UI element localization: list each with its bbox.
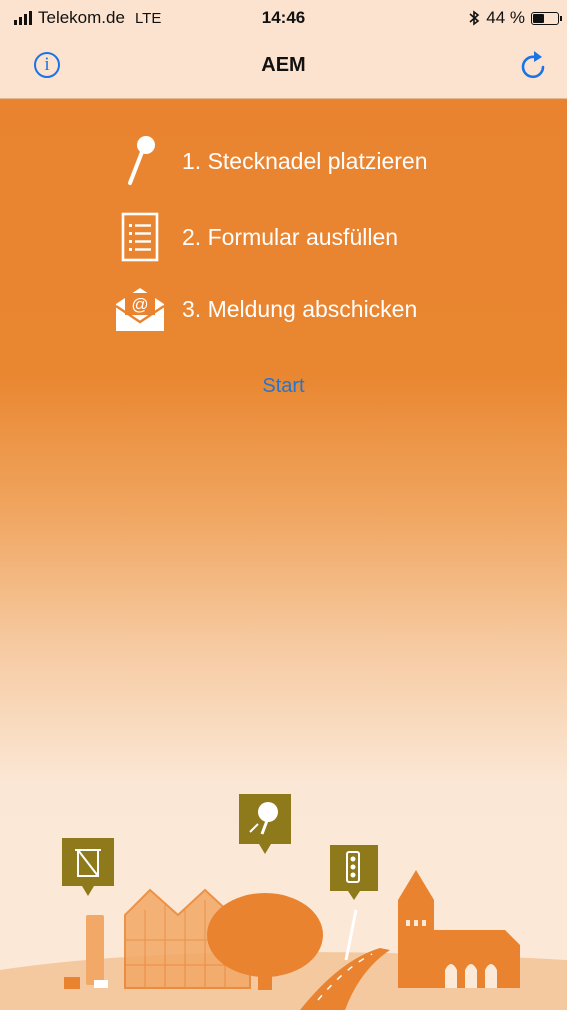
step-1: 1. Stecknadel platzieren: [110, 131, 428, 191]
step-3: @ 3. Meldung abschicken: [110, 279, 417, 339]
page-title: AEM: [261, 54, 306, 76]
tree-icon: [239, 794, 291, 854]
church: [398, 870, 520, 988]
battery-icon: [531, 11, 562, 25]
battery-fill: [533, 13, 545, 23]
pin-icon: [110, 131, 170, 191]
step-2: 2. Formular ausfüllen: [110, 207, 398, 267]
start-button[interactable]: Start: [0, 375, 567, 398]
refresh-icon[interactable]: [517, 48, 551, 82]
step-2-label: 2. Formular ausfüllen: [182, 223, 399, 250]
bluetooth-icon: [469, 10, 480, 26]
nav-bar: i AEM: [0, 36, 567, 99]
status-right: 44 %: [468, 8, 562, 28]
step-3-label: 3. Meldung abschicken: [182, 295, 418, 322]
main-content: 1. Stecknadel platzieren 2. Formular aus…: [0, 99, 567, 1010]
status-bar: Telekom.de LTE 14:46 44 %: [0, 0, 567, 36]
trash-bin: [64, 915, 108, 989]
form-icon: [110, 207, 170, 267]
mail-icon: @: [110, 279, 170, 339]
step-1-label: 1. Stecknadel platzieren: [182, 147, 428, 174]
traffic-light-icon: [330, 845, 378, 961]
trash-bin-icon: [62, 838, 114, 896]
town-illustration: [0, 794, 567, 1010]
svg-text:@: @: [131, 295, 148, 314]
battery-percent: 44 %: [486, 8, 525, 27]
